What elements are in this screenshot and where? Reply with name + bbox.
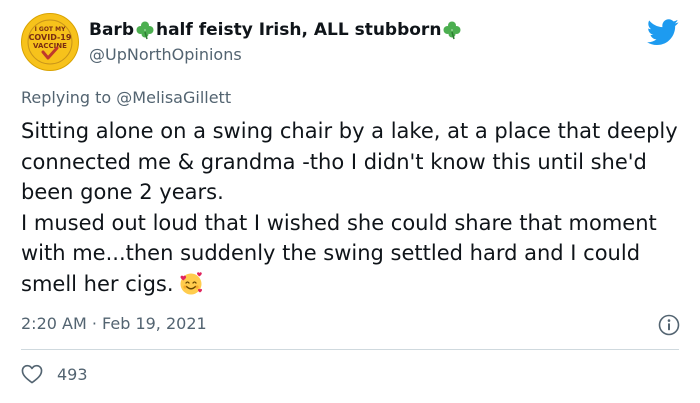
display-name-rest: half feisty Irish, ALL stubborn bbox=[155, 20, 442, 40]
user-info: Barb half feisty Irish, ALL stubborn @Up… bbox=[89, 19, 463, 66]
tweet-timestamp[interactable]: 2:20 AM · Feb 19, 2021 bbox=[21, 313, 207, 335]
like-action[interactable]: 493 bbox=[21, 364, 88, 384]
info-icon[interactable] bbox=[658, 314, 680, 336]
svg-text:COVID-19: COVID-19 bbox=[29, 33, 72, 42]
reply-prefix: Replying to bbox=[21, 88, 117, 107]
svg-text:I GOT MY: I GOT MY bbox=[35, 26, 66, 33]
tweet-text: Sitting alone on a swing chair by a lake… bbox=[21, 116, 681, 299]
reply-mention-link[interactable]: @MelisaGillett bbox=[116, 88, 231, 107]
like-count: 493 bbox=[57, 364, 88, 384]
reply-context: Replying to @MelisaGillett bbox=[21, 87, 231, 109]
smiling-face-with-hearts-icon bbox=[180, 271, 202, 294]
avatar-vaccine-badge: I GOT MY COVID-19 VACCINE bbox=[23, 15, 77, 69]
avatar[interactable]: I GOT MY COVID-19 VACCINE bbox=[21, 13, 79, 71]
tweet-body: Sitting alone on a swing chair by a lake… bbox=[21, 119, 678, 296]
divider bbox=[21, 349, 679, 350]
shamrock-icon bbox=[443, 21, 461, 40]
heart-outline-icon[interactable] bbox=[21, 364, 43, 384]
display-name[interactable]: Barb half feisty Irish, ALL stubborn bbox=[89, 19, 463, 41]
twitter-bird-icon[interactable] bbox=[647, 19, 679, 46]
user-handle[interactable]: @UpNorthOpinions bbox=[89, 44, 463, 66]
display-name-first: Barb bbox=[89, 20, 134, 40]
shamrock-icon bbox=[136, 21, 154, 40]
svg-text:VACCINE: VACCINE bbox=[33, 42, 67, 50]
